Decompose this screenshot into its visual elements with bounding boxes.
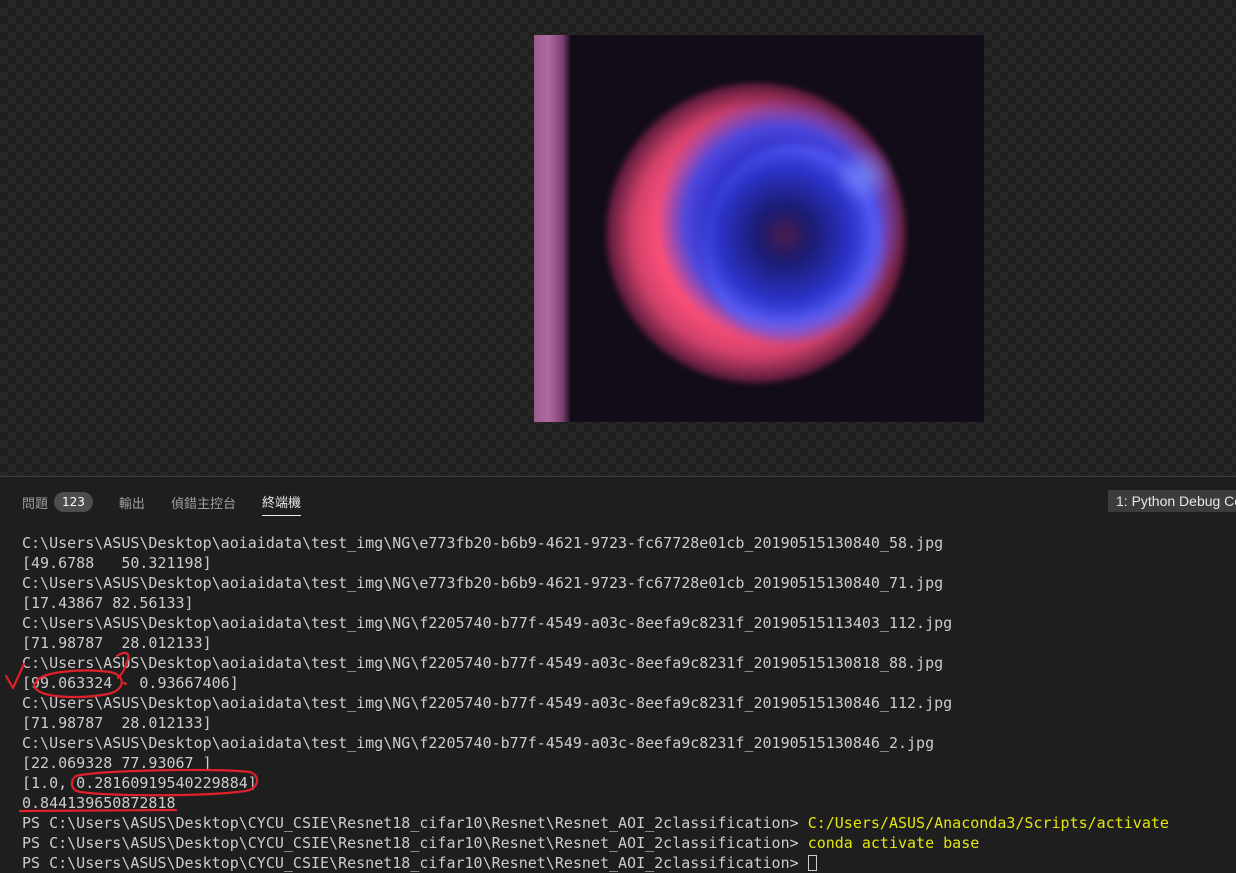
terminal-line: 0.844139650872818 <box>22 794 176 812</box>
bottom-panel: 問題 123 輸出 偵錯主控台 終端機 1: Python Debug Cons… <box>0 476 1236 873</box>
terminal-line: C:\Users\ASUS\Desktop\aoiaidata\test_img… <box>22 694 953 712</box>
tab-terminal-label: 終端機 <box>261 496 301 511</box>
terminal-line: C:\Users\ASUS\Desktop\aoiaidata\test_img… <box>22 574 944 592</box>
terminal-prompt-line: PS C:\Users\ASUS\Desktop\CYCU_CSIE\Resne… <box>22 813 1232 833</box>
tab-problems[interactable]: 問題 123 <box>22 489 93 515</box>
tab-debug-console[interactable]: 偵錯主控台 <box>171 489 236 515</box>
terminal-select-dropdown[interactable]: 1: Python Debug Console <box>1108 490 1236 512</box>
image-edge-strip <box>534 35 570 422</box>
terminal-line: C:\Users\ASUS\Desktop\aoiaidata\test_img… <box>22 734 935 752</box>
tab-debug-console-label: 偵錯主控台 <box>170 496 236 512</box>
terminal-line: C:\Users\ASUS\Desktop\aoiaidata\test_img… <box>22 654 944 672</box>
terminal-output[interactable]: C:\Users\ASUS\Desktop\aoiaidata\test_img… <box>22 533 1232 873</box>
terminal-command: conda activate base <box>807 834 980 852</box>
terminal-line: [49.6788 50.321198] <box>22 554 212 572</box>
tab-output[interactable]: 輸出 <box>119 489 145 515</box>
tab-output-label: 輸出 <box>118 496 145 512</box>
terminal-line: C:\Users\ASUS\Desktop\aoiaidata\test_img… <box>22 614 953 632</box>
image-glow <box>834 145 894 205</box>
image-preview-area <box>0 0 1236 476</box>
panel-tabs: 問題 123 輸出 偵錯主控台 終端機 <box>22 489 301 516</box>
terminal-prompt: PS C:\Users\ASUS\Desktop\CYCU_CSIE\Resne… <box>22 834 808 852</box>
terminal-line: [71.98787 28.012133] <box>22 634 212 652</box>
terminal-prompt-line: PS C:\Users\ASUS\Desktop\CYCU_CSIE\Resne… <box>22 833 1232 853</box>
terminal-line: [99.063324 0.93667406] <box>22 674 239 692</box>
preview-image <box>534 35 984 422</box>
terminal-prompt: PS C:\Users\ASUS\Desktop\CYCU_CSIE\Resne… <box>22 814 808 832</box>
tab-terminal[interactable]: 終端機 <box>261 489 301 516</box>
terminal-line: [71.98787 28.012133] <box>22 714 212 732</box>
problems-count-badge: 123 <box>54 492 93 512</box>
tab-problems-label: 問題 <box>22 496 49 512</box>
terminal-command: C:/Users/ASUS/Anaconda3/Scripts/activate <box>807 814 1169 832</box>
terminal-cursor[interactable] <box>807 855 817 871</box>
terminal-line: [17.43867 82.56133] <box>22 594 194 612</box>
terminal-line: C:\Users\ASUS\Desktop\aoiaidata\test_img… <box>22 534 944 552</box>
terminal-line: [1.0, 0.28160919540229884] <box>22 774 257 792</box>
terminal-line: [22.069328 77.93067 ] <box>22 754 212 772</box>
terminal-prompt: PS C:\Users\ASUS\Desktop\CYCU_CSIE\Resne… <box>22 854 808 872</box>
terminal-prompt-line: PS C:\Users\ASUS\Desktop\CYCU_CSIE\Resne… <box>22 853 1232 873</box>
